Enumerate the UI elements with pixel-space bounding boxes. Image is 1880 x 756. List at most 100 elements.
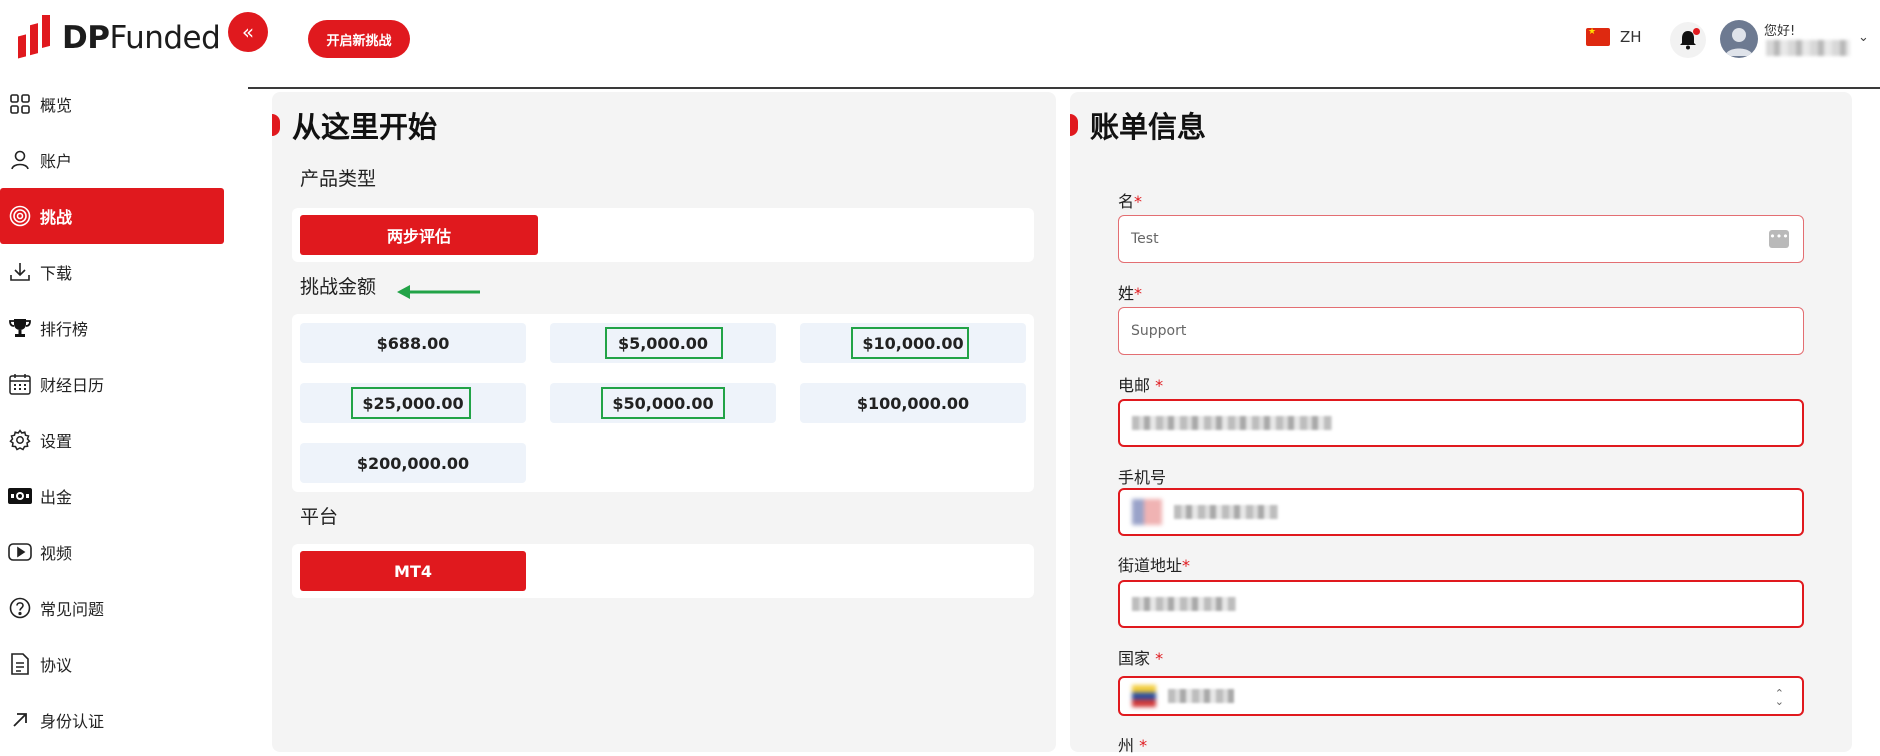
- state-label: 州 *: [1118, 736, 1148, 755]
- amount-option-label: $100,000.00: [856, 393, 970, 413]
- user-name-blurred: [1766, 40, 1850, 56]
- avatar[interactable]: [1720, 20, 1758, 58]
- sidebar-item-label: 身份认证: [40, 712, 105, 731]
- select-arrows-icon: ⌃ ⌄: [1774, 687, 1784, 708]
- street-address-field[interactable]: [1118, 580, 1804, 628]
- question-icon: [8, 596, 32, 620]
- user-avatar-icon: [1725, 28, 1753, 56]
- amount-option[interactable]: $5,000.00: [550, 323, 776, 363]
- sidebar-item-label: 排行榜: [40, 320, 89, 339]
- green-arrow-annotation: [397, 285, 480, 299]
- first-name-label: 名*: [1118, 192, 1143, 211]
- sidebar-item-challenge[interactable]: 挑战: [0, 188, 224, 244]
- phone-field[interactable]: [1118, 488, 1804, 536]
- sidebar-item-leaderboard[interactable]: 排行榜: [0, 300, 230, 356]
- greeting-text: 您好!: [1764, 24, 1796, 39]
- sidebar-item-settings[interactable]: 设置: [0, 412, 230, 468]
- start-here-title: 从这里开始: [292, 110, 438, 144]
- collapse-sidebar-button[interactable]: «: [228, 12, 268, 52]
- notifications-button[interactable]: [1670, 22, 1706, 58]
- cash-icon: [8, 484, 32, 508]
- chevrons-left-icon: «: [241, 20, 255, 44]
- platform-label: 平台: [300, 506, 339, 528]
- challenge-amount-label: 挑战金额: [300, 276, 377, 298]
- sidebar-item-label: 视频: [40, 544, 73, 563]
- sidebar-item-agreements[interactable]: 协议: [0, 636, 230, 692]
- sidebar-item-label: 概览: [40, 96, 73, 115]
- sidebar-item-label: 挑战: [40, 208, 73, 227]
- sidebar-item-account[interactable]: 账户: [0, 132, 230, 188]
- last-name-label: 姓*: [1118, 284, 1143, 303]
- country-code-flag-icon[interactable]: [1132, 499, 1162, 525]
- amount-option-label: $200,000.00: [356, 453, 470, 473]
- grid-icon: [8, 92, 32, 116]
- sidebar-item-label: 出金: [40, 488, 73, 507]
- amount-option[interactable]: $10,000.00: [800, 323, 1026, 363]
- last-name-value: Support: [1131, 323, 1187, 339]
- video-icon: [8, 540, 32, 564]
- gear-icon: [8, 428, 32, 452]
- first-name-field[interactable]: Test •••: [1118, 215, 1804, 263]
- email-field[interactable]: [1118, 399, 1804, 447]
- sidebar-item-videos[interactable]: 视频: [0, 524, 230, 580]
- country-value-blurred: [1168, 689, 1234, 703]
- last-name-field[interactable]: Support: [1118, 307, 1804, 355]
- street-address-label: 街道地址*: [1118, 556, 1191, 575]
- logo-text: DPFunded: [62, 20, 221, 56]
- language-selector[interactable]: ZH: [1586, 27, 1642, 46]
- amount-option[interactable]: $100,000.00: [800, 383, 1026, 423]
- highlight-box: [851, 327, 969, 359]
- sidebar-item-identity-verification[interactable]: 身份认证: [0, 692, 230, 748]
- country-select[interactable]: ⌃ ⌄: [1118, 676, 1804, 716]
- highlight-box: [351, 387, 471, 419]
- top-bar: DPFunded « 开启新挑战 ZH 您好! ⌄: [0, 0, 1880, 76]
- sidebar-item-economic-calendar[interactable]: 财经日历: [0, 356, 230, 412]
- sidebar-item-withdrawal[interactable]: 出金: [0, 468, 230, 524]
- language-label: ZH: [1620, 28, 1642, 46]
- download-icon: [8, 260, 32, 284]
- logo-mark-icon: [18, 15, 50, 59]
- sidebar-item-label: 下载: [40, 264, 73, 283]
- chevron-down-icon[interactable]: ⌄: [1858, 30, 1869, 45]
- sidebar-item-download[interactable]: 下载: [0, 244, 230, 300]
- sidebar: 概览 账户 挑战 下载 排行榜 财经日历 设置 出金 视频 常见问题 协议 身份…: [0, 76, 230, 748]
- phone-value-blurred: [1174, 505, 1278, 519]
- notification-dot: [1693, 28, 1700, 35]
- password-manager-icon[interactable]: •••: [1769, 230, 1789, 248]
- document-icon: [8, 652, 32, 676]
- amount-option[interactable]: $50,000.00: [550, 383, 776, 423]
- amount-option-label: $688.00: [376, 333, 450, 353]
- calendar-icon: [8, 372, 32, 396]
- first-name-value: Test: [1131, 231, 1159, 247]
- country-label: 国家 *: [1118, 649, 1164, 668]
- product-type-label: 产品类型: [300, 168, 377, 190]
- sidebar-item-label: 常见问题: [40, 600, 105, 619]
- target-icon: [8, 204, 32, 228]
- sidebar-item-label: 财经日历: [40, 376, 105, 395]
- sidebar-item-overview[interactable]: 概览: [0, 76, 230, 132]
- header-divider: [248, 87, 1880, 89]
- phone-label: 手机号: [1118, 468, 1167, 487]
- amount-option[interactable]: $200,000.00: [300, 443, 526, 483]
- platform-option-mt4[interactable]: MT4: [300, 551, 526, 591]
- china-flag-icon: [1586, 27, 1610, 46]
- arrow-up-right-icon: [8, 708, 32, 732]
- sidebar-item-label: 协议: [40, 656, 73, 675]
- amount-option[interactable]: $688.00: [300, 323, 526, 363]
- billing-info-title: 账单信息: [1090, 110, 1207, 144]
- email-value-blurred: [1132, 416, 1332, 430]
- product-option-two-step[interactable]: 两步评估: [300, 215, 538, 255]
- highlight-box: [605, 327, 723, 359]
- trophy-icon: [8, 316, 32, 340]
- amount-option[interactable]: $25,000.00: [300, 383, 526, 423]
- email-label: 电邮 *: [1118, 376, 1164, 395]
- street-value-blurred: [1132, 597, 1236, 611]
- sidebar-item-faq[interactable]: 常见问题: [0, 580, 230, 636]
- sidebar-item-label: 设置: [40, 432, 73, 451]
- highlight-box: [601, 387, 725, 419]
- user-icon: [8, 148, 32, 172]
- country-flag-icon: [1132, 685, 1156, 707]
- logo[interactable]: DPFunded: [16, 14, 221, 62]
- sidebar-item-label: 账户: [40, 152, 73, 171]
- new-challenge-button[interactable]: 开启新挑战: [308, 20, 410, 58]
